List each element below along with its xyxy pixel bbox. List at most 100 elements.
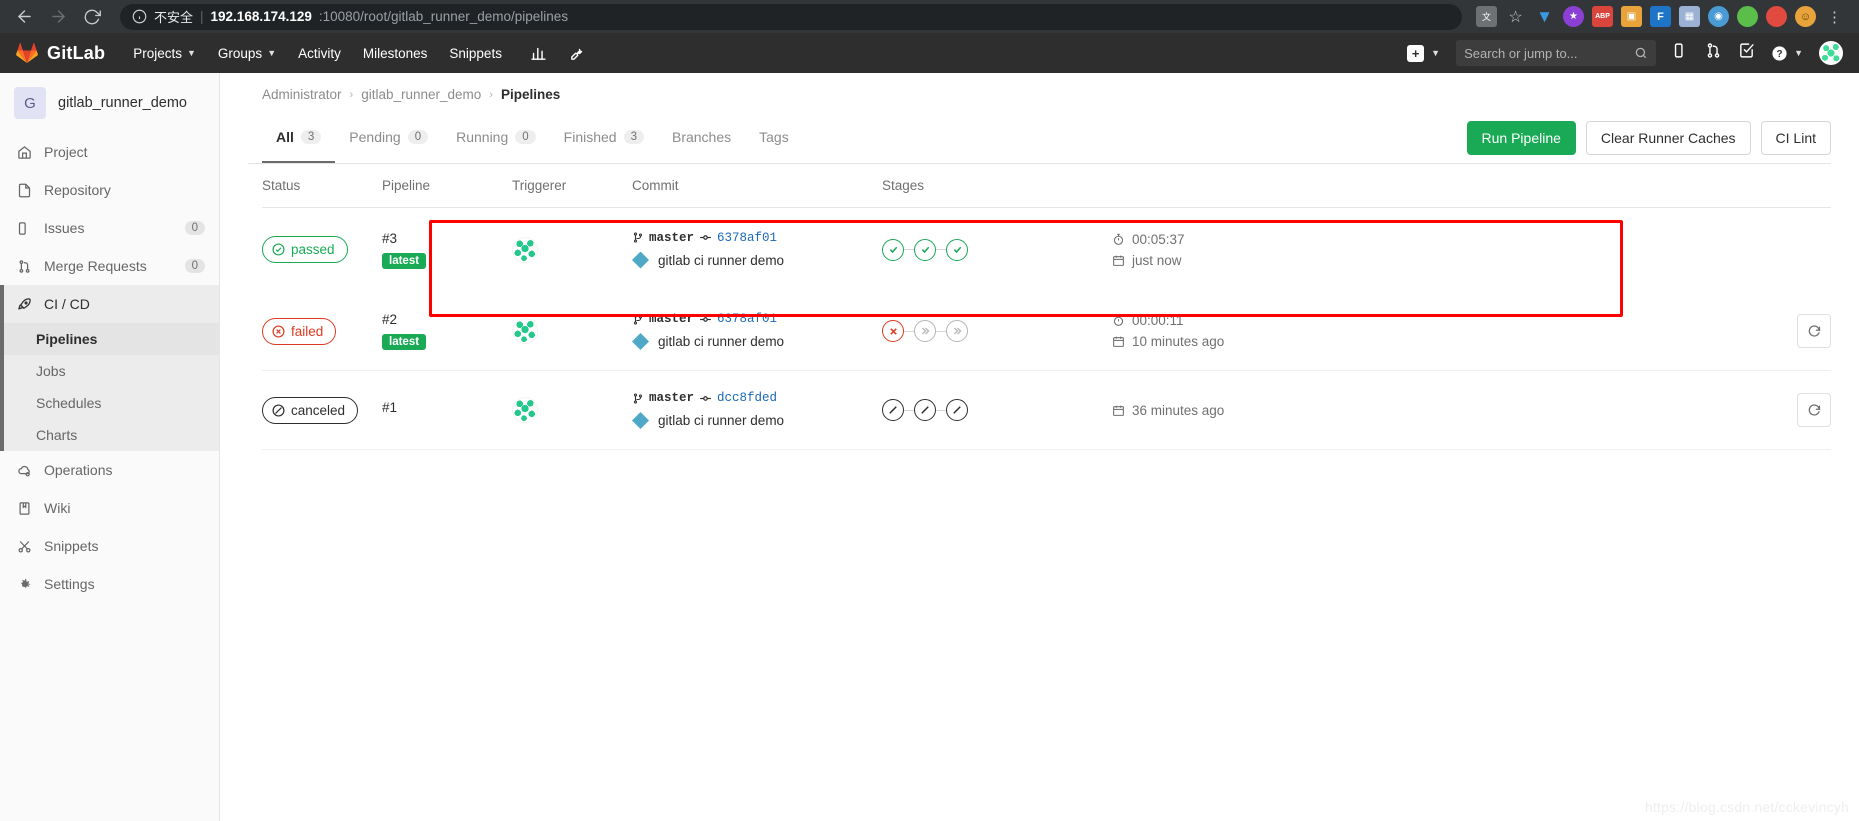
sidebar-item-merge-requests[interactable]: Merge Requests 0 xyxy=(0,247,219,285)
stage-icon-skipped[interactable] xyxy=(946,320,968,342)
browser-menu-icon[interactable]: ⋮ xyxy=(1824,6,1845,27)
sidebar-subitem-jobs[interactable]: Jobs xyxy=(0,355,219,387)
browser-extension-icons: 文 ☆ ▼ ★ ABP ▣ F ▦ ◉ ☺ ⋮ xyxy=(1476,6,1849,27)
back-arrow-icon[interactable] xyxy=(10,3,38,31)
red-extension-icon[interactable] xyxy=(1766,6,1787,27)
purple-circle-extension-icon[interactable]: ★ xyxy=(1563,6,1584,27)
table-row[interactable]: passed #3 latest master 6378af01 gitlab … xyxy=(262,208,1831,292)
sidebar-item-snippets[interactable]: Snippets xyxy=(0,527,219,565)
topnav-item-projects[interactable]: Projects ▼ xyxy=(133,46,196,61)
analytics-icon[interactable] xyxy=(530,45,547,62)
green-extension-icon[interactable] xyxy=(1737,6,1758,27)
orange-extension-icon[interactable]: ▣ xyxy=(1621,6,1642,27)
breadcrumb-item-administrator[interactable]: Administrator xyxy=(262,87,342,102)
pipeline-id[interactable]: #2 xyxy=(382,312,512,327)
ci-lint-button[interactable]: CI Lint xyxy=(1760,120,1831,155)
sidebar-project-header[interactable]: G gitlab_runner_demo xyxy=(0,73,219,133)
tab-finished[interactable]: Finished 3 xyxy=(550,112,658,163)
commit-title-line: gitlab ci runner demo xyxy=(632,412,882,429)
sidebar-item-settings[interactable]: Settings xyxy=(0,565,219,603)
sidebar-item-wiki[interactable]: Wiki xyxy=(0,489,219,527)
todos-icon[interactable] xyxy=(1738,42,1755,64)
tab-tags[interactable]: Tags xyxy=(745,112,803,163)
sidebar-subitem-charts[interactable]: Charts xyxy=(0,419,219,451)
bookmark-star-icon[interactable]: ☆ xyxy=(1505,6,1526,27)
status-badge[interactable]: canceled xyxy=(262,396,359,424)
search-input[interactable]: Search or jump to... xyxy=(1456,40,1657,66)
duration-line: 00:05:37 xyxy=(1112,232,1721,247)
commit-title[interactable]: gitlab ci runner demo xyxy=(658,413,784,428)
status-badge[interactable]: passed xyxy=(262,236,348,263)
retry-button[interactable] xyxy=(1797,314,1831,348)
grid-extension-icon[interactable]: ▦ xyxy=(1679,6,1700,27)
shield-extension-icon[interactable]: ▼ xyxy=(1534,6,1555,27)
sidebar-item-issues[interactable]: Issues 0 xyxy=(0,209,219,247)
blue-extension-icon[interactable]: F xyxy=(1650,6,1671,27)
topnav-item-milestones[interactable]: Milestones xyxy=(363,46,428,61)
commit-author-avatar[interactable] xyxy=(632,251,649,269)
row-pipeline-cell: #3 latest xyxy=(382,231,512,269)
triggerer-avatar[interactable] xyxy=(512,318,538,344)
tab-branches[interactable]: Branches xyxy=(658,112,745,163)
smiley-extension-icon[interactable]: ☺ xyxy=(1795,6,1816,27)
table-row[interactable]: failed #2 latest master 6378af01 gitlab … xyxy=(262,292,1831,371)
branch-name[interactable]: master xyxy=(649,231,694,245)
topnav-item-snippets[interactable]: Snippets xyxy=(449,46,502,61)
branch-name[interactable]: master xyxy=(649,312,694,326)
stage-icon-success[interactable] xyxy=(914,238,936,261)
stage-icon-success[interactable] xyxy=(946,238,968,261)
commit-title[interactable]: gitlab ci runner demo xyxy=(658,334,784,349)
topnav-item-activity[interactable]: Activity xyxy=(298,46,341,61)
help-menu[interactable]: ? ▼ xyxy=(1771,45,1803,62)
pipeline-id[interactable]: #1 xyxy=(382,400,512,415)
reload-icon[interactable] xyxy=(78,3,106,31)
tab-running[interactable]: Running 0 xyxy=(442,112,550,163)
sidebar-item-cicd[interactable]: CI / CD xyxy=(0,285,219,323)
avatar[interactable] xyxy=(1819,41,1843,65)
stage-icon-failed[interactable] xyxy=(882,320,904,342)
site-info-icon[interactable] xyxy=(132,9,147,24)
wrench-admin-icon[interactable] xyxy=(569,45,586,62)
project-initial-avatar: G xyxy=(14,87,46,119)
stage-icon-success[interactable] xyxy=(882,238,904,261)
commit-author-avatar[interactable] xyxy=(632,412,649,429)
topnav-item-groups[interactable]: Groups ▼ xyxy=(218,46,276,61)
breadcrumb-item-project[interactable]: gitlab_runner_demo xyxy=(361,87,481,102)
stage-icon-canceled[interactable] xyxy=(914,399,936,421)
commit-title[interactable]: gitlab ci runner demo xyxy=(658,253,784,268)
translate-icon[interactable]: 文 xyxy=(1476,6,1497,27)
merge-requests-icon[interactable] xyxy=(1705,42,1722,64)
address-bar[interactable]: 不安全 | 192.168.174.129:10080/root/gitlab_… xyxy=(120,3,1462,30)
run-pipeline-button[interactable]: Run Pipeline xyxy=(1466,120,1576,155)
sidebar-item-project[interactable]: Project xyxy=(0,133,219,171)
commit-sha[interactable]: 6378af01 xyxy=(717,231,777,245)
adblock-icon[interactable]: ABP xyxy=(1592,6,1613,27)
table-row[interactable]: canceled #1 master dcc8fded gitlab ci ru… xyxy=(262,371,1831,450)
sidebar-item-repository[interactable]: Repository xyxy=(0,171,219,209)
retry-button[interactable] xyxy=(1797,393,1831,427)
commit-author-avatar[interactable] xyxy=(632,333,649,350)
clear-runner-caches-button[interactable]: Clear Runner Caches xyxy=(1585,120,1751,155)
tab-all[interactable]: All 3 xyxy=(262,112,336,163)
stage-icon-canceled[interactable] xyxy=(882,399,904,421)
status-badge[interactable]: failed xyxy=(262,317,337,345)
stage-icon-canceled[interactable] xyxy=(946,399,968,421)
triggerer-avatar[interactable] xyxy=(512,397,538,423)
sidebar-subitem-schedules[interactable]: Schedules xyxy=(0,387,219,419)
sidebar-subitem-label: Pipelines xyxy=(36,331,98,347)
gitlab-logo[interactable]: GitLab xyxy=(16,42,105,64)
globe-extension-icon[interactable]: ◉ xyxy=(1708,6,1729,27)
stages-group xyxy=(882,320,1112,342)
tab-pending[interactable]: Pending 0 xyxy=(335,112,442,163)
branch-name[interactable]: master xyxy=(649,391,694,405)
commit-sha[interactable]: 6378af01 xyxy=(717,312,777,326)
commit-sha[interactable]: dcc8fded xyxy=(717,391,777,405)
pipeline-id[interactable]: #3 xyxy=(382,231,512,246)
sidebar-item-operations[interactable]: Operations xyxy=(0,451,219,489)
triggerer-avatar[interactable] xyxy=(512,236,538,263)
stage-icon-skipped[interactable] xyxy=(914,320,936,342)
forward-arrow-icon[interactable] xyxy=(44,3,72,31)
issues-icon[interactable] xyxy=(1672,42,1689,64)
sidebar-subitem-pipelines[interactable]: Pipelines xyxy=(0,323,219,355)
new-dropdown[interactable]: + ▼ xyxy=(1407,44,1440,62)
